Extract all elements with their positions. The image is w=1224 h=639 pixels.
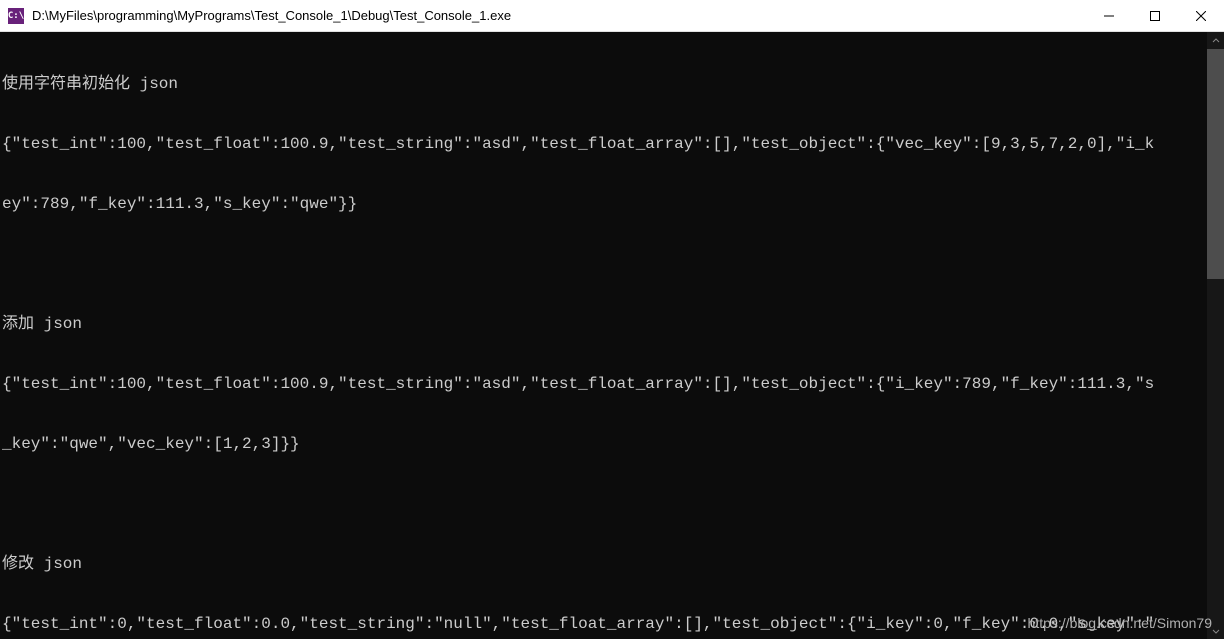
chevron-up-icon <box>1212 37 1220 45</box>
watermark: https://blog.csdn.net/Simon79 <box>1028 615 1212 631</box>
console-line: 使用字符串初始化 json <box>2 74 1207 94</box>
minimize-icon <box>1104 11 1114 21</box>
window-controls <box>1086 0 1224 31</box>
scrollbar-thumb[interactable] <box>1207 49 1224 279</box>
console-line: ey":789,"f_key":111.3,"s_key":"qwe"}} <box>2 194 1207 214</box>
close-icon <box>1196 11 1206 21</box>
console-line: {"test_int":100,"test_float":100.9,"test… <box>2 134 1207 154</box>
minimize-button[interactable] <box>1086 0 1132 31</box>
window-titlebar: C:\ D:\MyFiles\programming\MyPrograms\Te… <box>0 0 1224 32</box>
scrollbar-up-button[interactable] <box>1207 32 1224 49</box>
console-area: 使用字符串初始化 json {"test_int":100,"test_floa… <box>0 32 1224 639</box>
console-line: {"test_int":100,"test_float":100.9,"test… <box>2 374 1207 394</box>
console-line: 添加 json <box>2 314 1207 334</box>
console-line: 修改 json <box>2 554 1207 574</box>
maximize-button[interactable] <box>1132 0 1178 31</box>
maximize-icon <box>1150 11 1160 21</box>
chevron-down-icon <box>1212 627 1220 635</box>
close-button[interactable] <box>1178 0 1224 31</box>
window-title: D:\MyFiles\programming\MyPrograms\Test_C… <box>32 8 1086 23</box>
console-line: {"test_int":0,"test_float":0.0,"test_str… <box>2 614 1207 634</box>
console-output[interactable]: 使用字符串初始化 json {"test_int":100,"test_floa… <box>0 32 1207 639</box>
console-line <box>2 254 1207 274</box>
console-line <box>2 494 1207 514</box>
window-app-icon: C:\ <box>8 8 24 24</box>
scrollbar[interactable] <box>1207 32 1224 639</box>
console-line: _key":"qwe","vec_key":[1,2,3]}} <box>2 434 1207 454</box>
